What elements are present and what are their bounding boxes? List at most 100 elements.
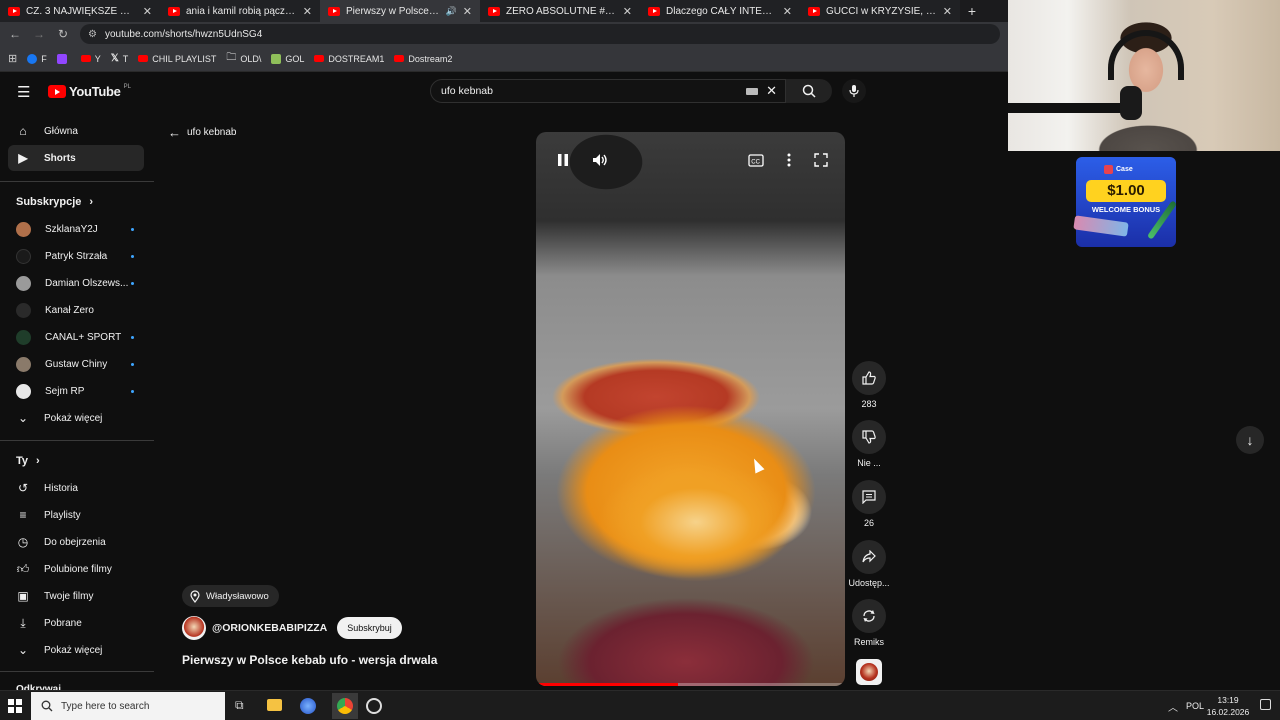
next-short-button[interactable]: ↓ bbox=[1236, 426, 1264, 454]
forward-arrow-icon[interactable]: → bbox=[32, 27, 46, 41]
taskbar-date[interactable]: 16.02.2026 bbox=[1204, 707, 1252, 717]
bookmark-label: DOSTREAM1 bbox=[328, 53, 385, 64]
reload-icon[interactable]: ↻ bbox=[56, 27, 70, 41]
file-explorer-icon[interactable] bbox=[267, 699, 282, 711]
new-tab-button[interactable]: + bbox=[960, 0, 984, 22]
location-chip[interactable]: Władysławowo bbox=[182, 585, 279, 607]
bookmark-youtube[interactable]: Y bbox=[80, 54, 101, 64]
microphone-icon bbox=[849, 85, 859, 97]
bookmark-chil-playlist[interactable]: CHIL PLAYLIST bbox=[138, 54, 216, 64]
comments-button[interactable] bbox=[852, 480, 886, 514]
channel-avatar[interactable] bbox=[182, 616, 206, 640]
sidebar-item-home[interactable]: ⌂ Główna bbox=[8, 118, 144, 144]
sidebar-item-subscription[interactable]: CANAL+ SPORT bbox=[8, 324, 144, 350]
bookmark-twitch[interactable] bbox=[56, 53, 71, 64]
sidebar-item-playlists[interactable]: ≡ Playlisty bbox=[8, 502, 144, 528]
back-arrow-icon[interactable]: ← bbox=[8, 27, 22, 41]
bookmark-x[interactable]: 𝕏T bbox=[111, 53, 129, 64]
more-options-button[interactable] bbox=[779, 150, 799, 170]
bookmark-dostream1[interactable]: DOSTREAM1 bbox=[314, 54, 384, 64]
chrome-icon[interactable] bbox=[332, 693, 358, 719]
comments-action: 26 bbox=[849, 480, 889, 528]
sidebar-item-downloads[interactable]: ⤓ Pobrane bbox=[8, 610, 144, 636]
video-progress-bar[interactable] bbox=[536, 683, 845, 686]
start-button[interactable] bbox=[8, 699, 22, 713]
captions-button[interactable]: CC bbox=[746, 150, 766, 170]
bookmark-gol[interactable]: GOL bbox=[271, 53, 304, 64]
browser-tab[interactable]: ania i kamil robią pączki - YouTube ✕ bbox=[160, 0, 320, 22]
subscribe-button[interactable]: Subskrybuj bbox=[337, 617, 402, 639]
new-content-dot bbox=[131, 254, 134, 258]
windows-taskbar: Type here to search ⧉ ︿ POL 13:19 16.02.… bbox=[0, 690, 1280, 720]
sidebar-item-label: Historia bbox=[44, 482, 78, 494]
like-button[interactable] bbox=[852, 361, 886, 395]
sidebar-item-your-videos[interactable]: ▣ Twoje filmy bbox=[8, 583, 144, 609]
sidebar-item-subscription[interactable]: Sejm RP bbox=[8, 378, 144, 404]
browser-tab[interactable]: CZ. 3 NAJWIĘKSZE NA ŚWIECIE ✕ bbox=[0, 0, 160, 22]
short-title[interactable]: Pierwszy w Polsce kebab ufo - wersja drw… bbox=[182, 653, 437, 667]
sidebar-item-label: Gustaw Chiny bbox=[45, 358, 108, 370]
app-icon-2[interactable] bbox=[366, 698, 382, 714]
tab-title: CZ. 3 NAJWIĘKSZE NA ŚWIECIE bbox=[26, 5, 137, 17]
bookmark-dostream2[interactable]: Dostream2 bbox=[394, 54, 452, 64]
notifications-icon[interactable] bbox=[1260, 699, 1271, 710]
bookmark-folder-old[interactable]: 🗀 OLD\ bbox=[226, 50, 261, 67]
speaker-icon[interactable]: 🔊 bbox=[446, 6, 457, 17]
taskbar-time[interactable]: 13:19 bbox=[1208, 695, 1248, 705]
subscriptions-heading[interactable]: Subskrypcje › bbox=[16, 196, 93, 208]
search-input[interactable]: ufo kebnab ✕ bbox=[430, 79, 786, 103]
url-field[interactable]: ⚙ youtube.com/shorts/hwzn5UdnSG4 bbox=[80, 24, 1000, 44]
bookmark-facebook[interactable]: F bbox=[27, 53, 47, 64]
browser-tab[interactable]: Dlaczego CAŁY INTERNET Obsesja ✕ bbox=[640, 0, 800, 22]
sidebar-show-more[interactable]: ⌄ Pokaż więcej bbox=[8, 637, 144, 663]
shorts-icon: ▶ bbox=[18, 151, 28, 165]
tab-title: Pierwszy w Polsce kebab ufo bbox=[346, 5, 440, 17]
browser-tab[interactable]: GUCCI w KRYZYSIE, BITWA o TA ✕ bbox=[800, 0, 960, 22]
sidebar-item-subscription[interactable]: SzklanaY2J bbox=[8, 216, 144, 242]
tray-chevron-icon[interactable]: ︿ bbox=[1168, 699, 1178, 714]
sidebar-item-subscription[interactable]: Gustaw Chiny bbox=[8, 351, 144, 377]
app-icon-1[interactable] bbox=[300, 698, 316, 714]
task-view-icon[interactable]: ⧉ bbox=[235, 698, 244, 713]
sidebar-item-liked[interactable]: 👍︎ Polubione filmy bbox=[8, 556, 144, 582]
close-tab-icon[interactable]: ✕ bbox=[463, 5, 472, 18]
back-to-search[interactable]: ← ufo kebnab bbox=[168, 125, 237, 140]
taskbar-search-box[interactable]: Type here to search bbox=[31, 692, 225, 720]
sidebar-divider bbox=[0, 181, 154, 182]
browser-tab[interactable]: ZERO ABSOLUTNE #40: MOKRY ✕ bbox=[480, 0, 640, 22]
keyboard-icon[interactable] bbox=[746, 87, 759, 95]
search-button[interactable] bbox=[786, 79, 832, 103]
apps-grid-icon[interactable]: ⊞ bbox=[8, 52, 17, 65]
sidebar-item-watch-later[interactable]: ◷ Do obejrzenia bbox=[8, 529, 144, 555]
clear-search-icon[interactable]: ✕ bbox=[766, 83, 777, 99]
channel-handle[interactable]: @ORIONKEBABIPIZZA bbox=[212, 622, 327, 634]
channel-thumbnail-button[interactable] bbox=[856, 659, 882, 685]
sidebar-item-history[interactable]: ↺ Historia bbox=[8, 475, 144, 501]
browser-tab-active[interactable]: Pierwszy w Polsce kebab ufo 🔊 ✕ bbox=[320, 0, 480, 22]
sidebar-item-subscription[interactable]: Damian Olszews... bbox=[8, 270, 144, 296]
arrow-down-icon: ↓ bbox=[1246, 432, 1254, 448]
dislike-button[interactable] bbox=[852, 420, 886, 454]
close-tab-icon[interactable]: ✕ bbox=[783, 5, 792, 18]
volume-icon bbox=[593, 154, 607, 166]
share-button[interactable] bbox=[852, 540, 886, 574]
tab-strip: CZ. 3 NAJWIĘKSZE NA ŚWIECIE ✕ ania i kami… bbox=[0, 0, 1008, 22]
ad-brand: Case bbox=[1116, 166, 1133, 173]
shorts-video-player[interactable]: CC bbox=[536, 132, 845, 686]
pause-button[interactable] bbox=[553, 150, 573, 170]
fullscreen-button[interactable] bbox=[811, 150, 831, 170]
voice-search-button[interactable] bbox=[842, 79, 866, 103]
remix-button[interactable] bbox=[852, 599, 886, 633]
volume-button[interactable] bbox=[590, 150, 610, 170]
language-indicator[interactable]: POL bbox=[1186, 701, 1204, 711]
sidebar-show-more[interactable]: ⌄ Pokaż więcej bbox=[8, 405, 144, 431]
site-info-icon[interactable]: ⚙ bbox=[88, 29, 97, 40]
sidebar-item-shorts[interactable]: ▶ Shorts bbox=[8, 145, 144, 171]
you-heading[interactable]: Ty › bbox=[16, 455, 40, 467]
close-tab-icon[interactable]: ✕ bbox=[303, 5, 312, 18]
sidebar-item-subscription[interactable]: Patryk Strzała bbox=[8, 243, 144, 269]
close-tab-icon[interactable]: ✕ bbox=[943, 5, 952, 18]
sidebar-item-subscription[interactable]: Kanał Zero bbox=[8, 297, 144, 323]
close-tab-icon[interactable]: ✕ bbox=[623, 5, 632, 18]
close-tab-icon[interactable]: ✕ bbox=[143, 5, 152, 18]
